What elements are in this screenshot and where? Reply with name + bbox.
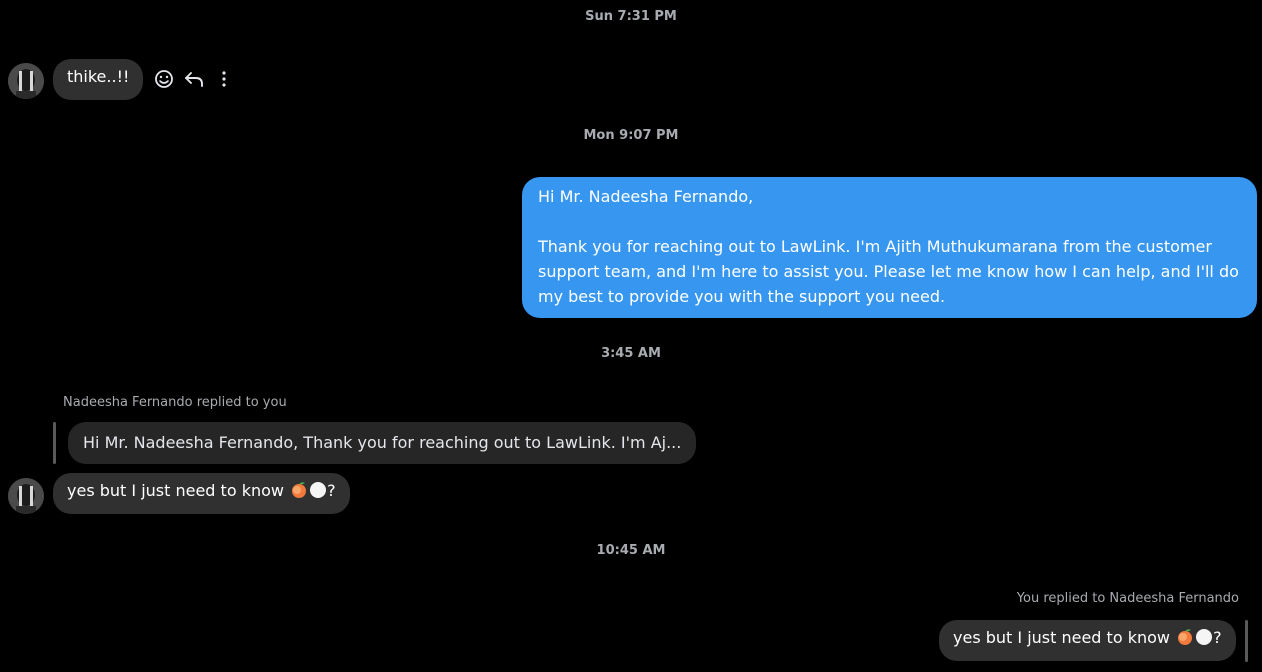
timestamp-divider: 10:45 AM (596, 543, 666, 558)
smiley-face-icon[interactable] (153, 68, 175, 90)
quoted-message-text: Hi Mr. Nadeesha Fernando, Thank you for … (83, 433, 682, 452)
reply-context-label: You replied to Nadeesha Fernando (1016, 591, 1239, 606)
message-text: yes but I just need to know (953, 628, 1170, 647)
message-text: thike..!! (67, 67, 130, 86)
white-circle-emoji (1196, 629, 1213, 645)
message-text-end: ? (1213, 628, 1222, 647)
message-text: yes but I just need to know (67, 481, 284, 500)
peach-emoji (1178, 629, 1193, 645)
peach-emoji (292, 482, 307, 498)
more-vertical-icon[interactable] (213, 68, 235, 90)
message-greeting: Hi Mr. Nadeesha Fernando, (538, 187, 754, 206)
reply-context-label: Nadeesha Fernando replied to you (63, 395, 287, 410)
message-bubble-outgoing[interactable]: Hi Mr. Nadeesha Fernando, Thank you for … (522, 177, 1257, 318)
avatar[interactable] (8, 63, 44, 99)
timestamp-divider: Mon 9:07 PM (583, 128, 679, 143)
message-bubble-outgoing-reply[interactable]: yes but I just need to know ? (939, 620, 1236, 661)
timestamp-divider: 3:45 AM (601, 346, 661, 361)
reply-quote-bar (1245, 620, 1248, 662)
reply-arrow-icon[interactable] (183, 68, 205, 90)
reply-quote-bar (53, 422, 56, 464)
message-text-end: ? (327, 481, 336, 500)
message-body: Thank you for reaching out to LawLink. I… (538, 237, 1239, 306)
avatar-image (8, 478, 44, 514)
message-bubble-incoming[interactable]: thike..!! (53, 59, 144, 100)
avatar-image (8, 63, 44, 99)
message-bubble-incoming[interactable]: yes but I just need to know ? (53, 473, 350, 514)
timestamp-divider: Sun 7:31 PM (585, 9, 677, 24)
quoted-message[interactable]: Hi Mr. Nadeesha Fernando, Thank you for … (68, 422, 697, 464)
white-circle-emoji (310, 482, 327, 498)
avatar[interactable] (8, 478, 44, 514)
